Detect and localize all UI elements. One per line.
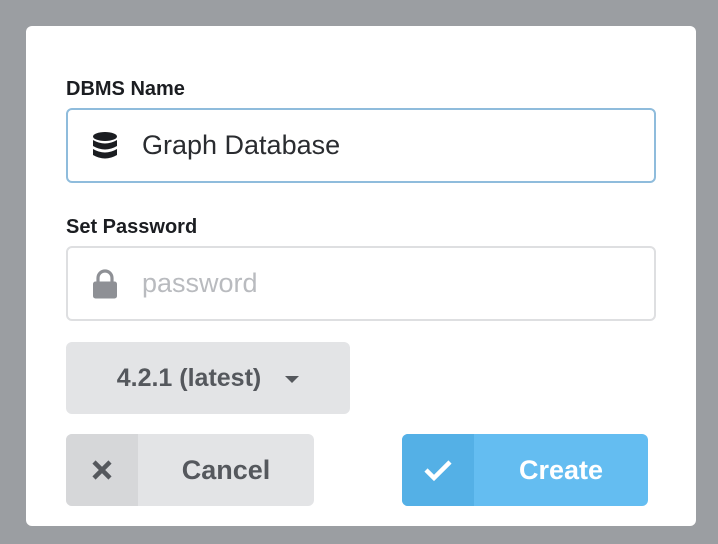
database-icon	[90, 131, 120, 161]
create-label: Create	[518, 454, 604, 485]
set-password-label: Set Password	[66, 216, 198, 238]
cancel-label: Cancel	[181, 454, 271, 485]
lock-icon	[90, 268, 120, 299]
cancel-button[interactable]: Cancel	[66, 434, 314, 506]
close-icon	[66, 434, 138, 506]
create-button[interactable]: Create	[402, 434, 648, 506]
dbms-name-field[interactable]	[66, 108, 656, 183]
password-input[interactable]	[142, 248, 644, 319]
caret-down-icon	[285, 376, 300, 383]
version-dropdown[interactable]: 4.2.1 (latest)	[66, 342, 350, 414]
dbms-name-input[interactable]	[142, 110, 644, 181]
create-dbms-dialog: DBMS Name Set Password 4.2.1 (latest)	[26, 26, 696, 526]
check-icon	[402, 434, 474, 506]
version-selected: 4.2.1 (latest)	[116, 363, 262, 392]
dbms-name-label: DBMS Name	[66, 78, 185, 100]
password-field[interactable]	[66, 246, 656, 321]
